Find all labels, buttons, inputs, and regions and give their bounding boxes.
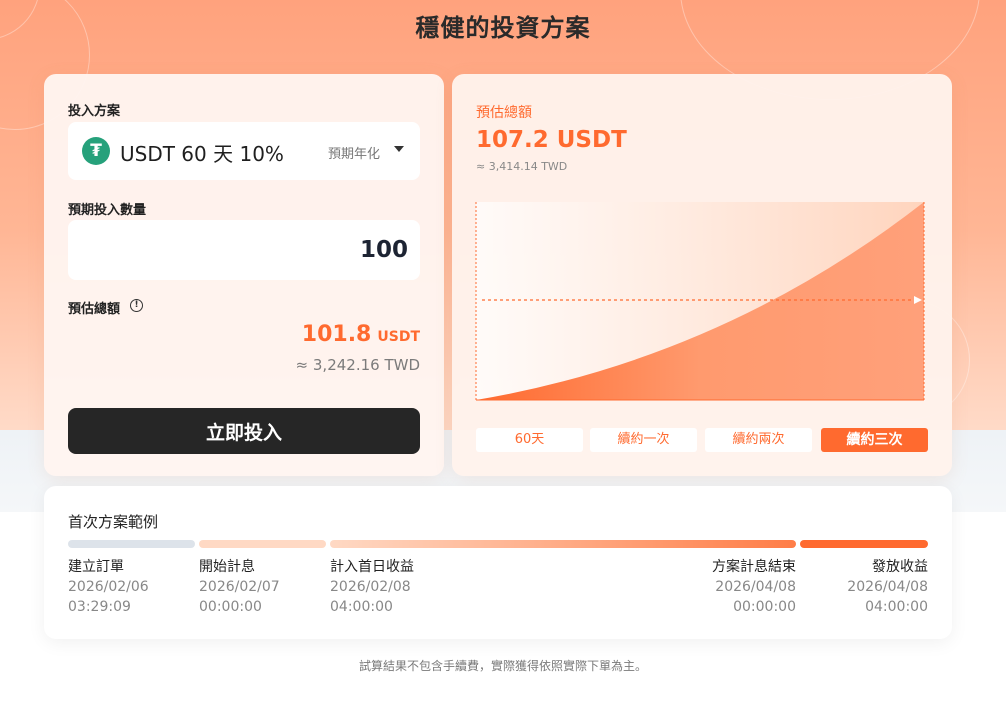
- tab-renew-once[interactable]: 續約一次: [590, 428, 697, 452]
- step-date: 2026/02/07: [199, 579, 280, 595]
- invest-now-button[interactable]: 立即投入: [68, 408, 420, 454]
- period-tabs: 60天 續約一次 續約兩次 續約三次: [476, 428, 928, 452]
- step-label: 計入首日收益: [330, 559, 414, 575]
- estimate-total-label: 預估總額: [476, 105, 532, 121]
- tab-60-days[interactable]: 60天: [476, 428, 583, 452]
- tether-icon: ₮: [82, 137, 110, 165]
- step-label: 開始計息: [199, 559, 255, 575]
- tab-renew-twice[interactable]: 續約兩次: [705, 428, 812, 452]
- tab-renew-three-times[interactable]: 續約三次: [821, 428, 928, 452]
- timeline-step-start: 開始計息 2026/02/07 00:00:00: [199, 557, 280, 617]
- growth-chart: [475, 202, 925, 401]
- timeline-step-first-yield: 計入首日收益 2026/02/08 04:00:00: [330, 557, 414, 617]
- plan-hint: 預期年化: [327, 147, 380, 162]
- step-label: 方案計息結束: [712, 559, 796, 575]
- estimate-total-value: 107.2 USDT: [476, 127, 627, 153]
- timeline-title: 首次方案範例: [68, 513, 159, 531]
- timeline-step-end: 方案計息結束 2026/04/08 00:00:00: [712, 557, 796, 617]
- info-icon[interactable]: !: [130, 299, 143, 312]
- timeline-bar-accrual: [330, 540, 796, 548]
- timeline-step-order: 建立訂單 2026/02/06 03:29:09: [68, 557, 149, 617]
- disclaimer-footnote: 試算結果不包含手續費，實際獲得依照實際下單為主。: [358, 659, 647, 673]
- timeline-bar-order: [68, 540, 195, 548]
- timeline-step-payout: 發放收益 2026/04/08 04:00:00: [847, 557, 928, 617]
- estimate-chart-card: 預估總額 107.2 USDT ≈ 3,414.14 TWD 60天 續約一次 …: [452, 74, 952, 476]
- estimate-value: 101.8 USDT: [302, 322, 420, 347]
- plan-select[interactable]: ₮ USDT 60 天 10% 預期年化: [68, 122, 420, 180]
- step-time: 04:00:00: [330, 599, 393, 615]
- caret-down-icon: [394, 146, 404, 152]
- step-label: 建立訂單: [68, 559, 124, 575]
- step-label: 發放收益: [872, 559, 928, 575]
- investment-form-card: 投入方案 ₮ USDT 60 天 10% 預期年化 預期投入數量 預估總額 ! …: [44, 74, 444, 476]
- quantity-input[interactable]: [68, 220, 420, 280]
- quantity-label: 預期投入數量: [68, 203, 147, 218]
- estimate-unit: USDT: [377, 329, 420, 345]
- step-date: 2026/02/08: [330, 579, 411, 595]
- page-title: 穩健的投資方案: [415, 14, 591, 42]
- step-time: 00:00:00: [199, 599, 262, 615]
- step-date: 2026/04/08: [715, 579, 796, 595]
- timeline-bar-start: [199, 540, 326, 548]
- estimate-total-twd: ≈ 3,414.14 TWD: [476, 160, 568, 173]
- timeline-bar-payout: [800, 540, 928, 548]
- plan-label: 投入方案: [68, 104, 121, 119]
- step-date: 2026/02/06: [68, 579, 149, 595]
- estimate-label: 預估總額: [68, 302, 121, 317]
- step-time: 03:29:09: [68, 599, 131, 615]
- plan-name: USDT 60 天 10%: [120, 142, 284, 166]
- step-time: 00:00:00: [733, 599, 796, 615]
- step-time: 04:00:00: [865, 599, 928, 615]
- estimate-twd: ≈ 3,242.16 TWD: [295, 356, 420, 374]
- step-date: 2026/04/08: [847, 579, 928, 595]
- timeline-card: 首次方案範例 建立訂單 2026/02/06 03:29:09 開始計息 202…: [44, 486, 952, 639]
- estimate-number: 101.8: [301, 322, 372, 347]
